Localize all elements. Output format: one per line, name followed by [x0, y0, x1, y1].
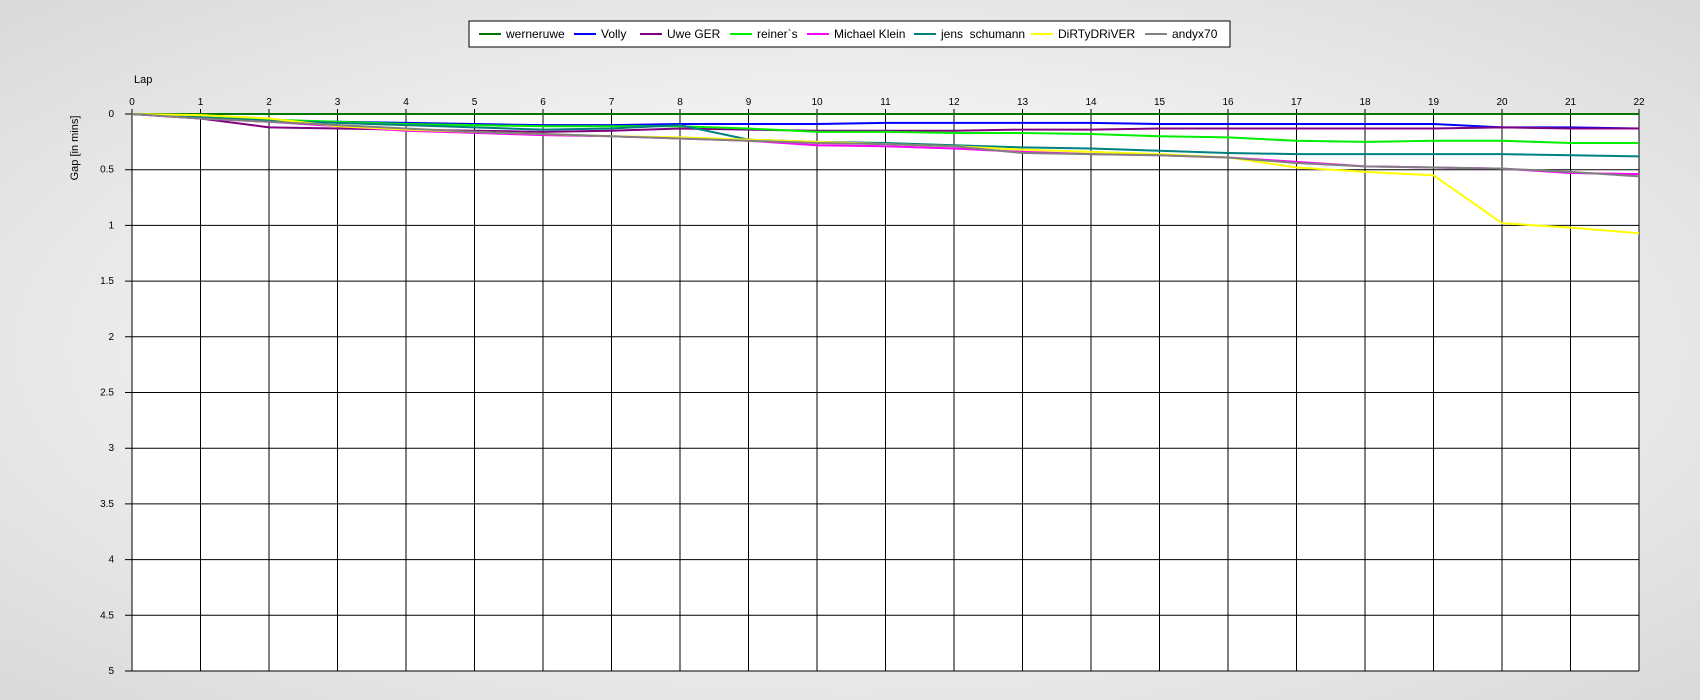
x-tick-label: 19	[1428, 97, 1440, 108]
legend-label: werneruwe	[505, 27, 565, 41]
x-tick-label: 9	[746, 97, 752, 108]
x-tick-label: 7	[609, 97, 615, 108]
y-tick-label: 2.5	[100, 388, 114, 399]
x-tick-label: 6	[540, 97, 546, 108]
legend-label: reiner`s	[757, 27, 798, 41]
legend-label: DiRTyDRiVER	[1058, 27, 1135, 41]
x-tick-label: 17	[1291, 97, 1303, 108]
x-tick-labels: 0 1 2 3 4 5 6 7 8 9 10 11 12 13 14 15 16 17 18 19 20 21 22	[129, 97, 1645, 108]
y-tick-label: 3	[108, 443, 114, 454]
x-tick-label: 22	[1633, 97, 1645, 108]
x-tick-label: 8	[677, 97, 683, 108]
x-tick-label: 14	[1085, 97, 1097, 108]
x-tick-label: 21	[1565, 97, 1577, 108]
y-tick-label: 0.5	[100, 165, 114, 176]
x-tick-label: 15	[1154, 97, 1166, 108]
x-tick-label: 1	[198, 97, 204, 108]
y-tick-label: 3.5	[100, 499, 114, 510]
legend-label: Michael Klein	[834, 27, 905, 41]
lap-gap-chart: 0 1 2 3 4 5 6 7 8 9 10 11 12 13 14 15 16 17 18 19 20 21 22 00.…	[69, 20, 1645, 677]
x-tick-label: 16	[1222, 97, 1234, 108]
x-tick-label: 10	[811, 97, 823, 108]
x-axis-title: Lap	[134, 74, 152, 86]
y-tick-labels: 0 0.5 1 1.5 2 2.5 3 3.5 4 4.5 5	[100, 109, 114, 677]
y-tick-label: 4	[108, 555, 114, 566]
x-tick-label: 5	[472, 97, 478, 108]
y-tick-label: 0	[108, 109, 114, 120]
legend: werneruwe Volly Uwe GER reiner`s Michael Kle…	[468, 20, 1231, 48]
y-tick-label: 5	[108, 666, 114, 677]
x-tick-label: 11	[880, 97, 891, 108]
y-tick-label: 1	[108, 220, 114, 231]
y-tick-label: 2	[108, 332, 114, 343]
x-tick-label: 3	[335, 97, 341, 108]
y-axis-title: Gap [in mins]	[69, 116, 81, 181]
x-tick-label: 2	[266, 97, 272, 108]
y-tick-label: 1.5	[100, 276, 114, 287]
y-tick-label: 4.5	[100, 610, 114, 621]
x-tick-label: 20	[1496, 97, 1508, 108]
x-tick-label: 0	[129, 97, 135, 108]
legend-label: andyx70	[1172, 27, 1218, 41]
legend-label: Uwe GER	[667, 27, 721, 41]
legend-label: Volly	[601, 27, 626, 41]
x-tick-label: 12	[948, 97, 960, 108]
x-tick-label: 18	[1359, 97, 1371, 108]
x-tick-label: 4	[403, 97, 409, 108]
legend-label: jens schumann	[940, 27, 1025, 41]
x-tick-label: 13	[1017, 97, 1029, 108]
